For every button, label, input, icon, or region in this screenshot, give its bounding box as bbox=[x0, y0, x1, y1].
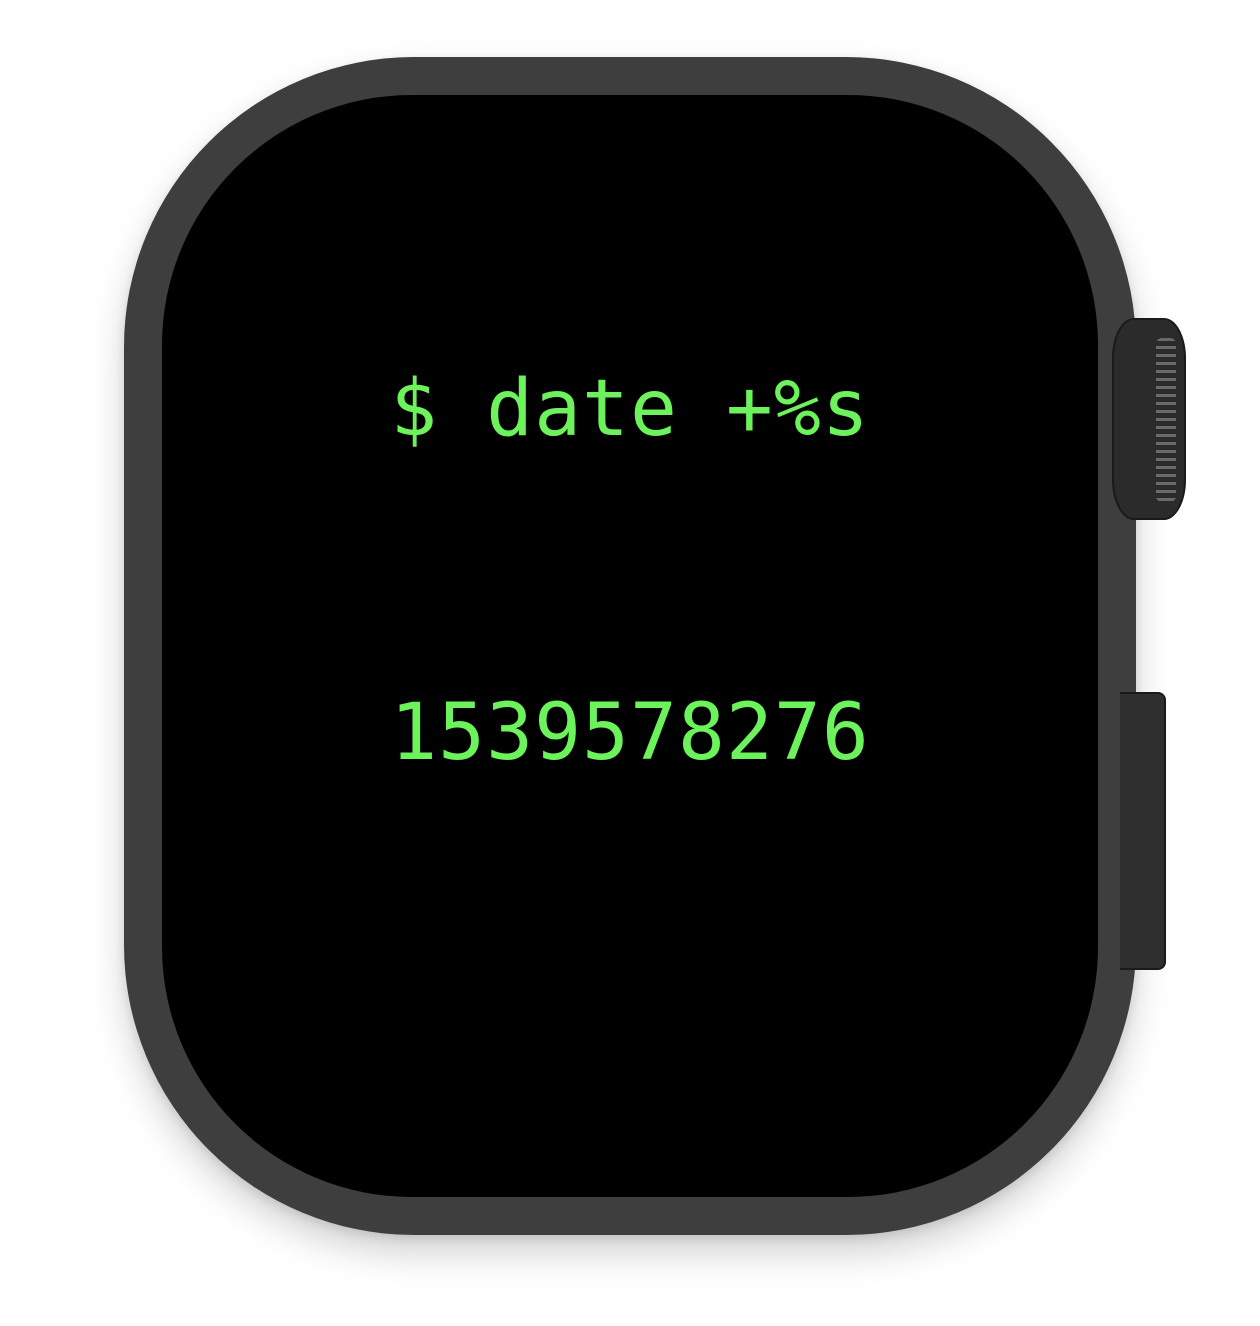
side-button[interactable] bbox=[1120, 692, 1166, 970]
watch-case: $ date +%s 1539578276 bbox=[124, 57, 1136, 1235]
terminal-command-line: $ date +%s bbox=[390, 364, 870, 454]
crown-ridges-icon bbox=[1156, 338, 1176, 502]
digital-crown[interactable] bbox=[1112, 318, 1186, 520]
watch-screen[interactable]: $ date +%s 1539578276 bbox=[162, 95, 1098, 1197]
terminal-result-line: 1539578276 bbox=[390, 688, 870, 778]
stage: $ date +%s 1539578276 bbox=[0, 0, 1260, 1326]
terminal-view: $ date +%s 1539578276 bbox=[162, 95, 1098, 1197]
terminal-output: $ date +%s 1539578276 bbox=[390, 139, 870, 1003]
